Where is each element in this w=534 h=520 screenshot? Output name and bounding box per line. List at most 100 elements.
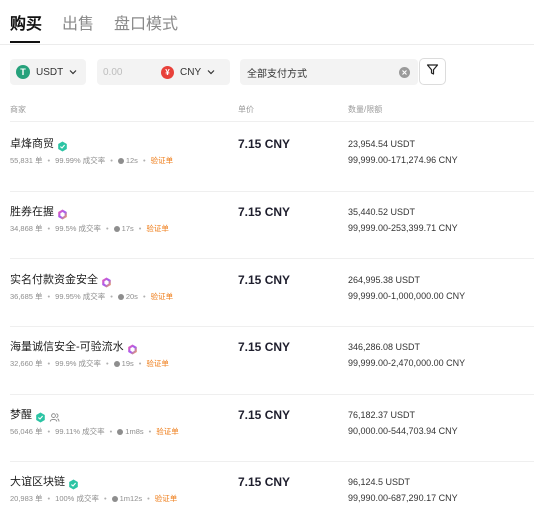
- clear-icon[interactable]: [399, 66, 410, 78]
- unit-price: 7.15 CNY: [238, 205, 291, 219]
- merchant-name[interactable]: 卓烽商贸: [10, 137, 54, 151]
- verify-order-tag: 验证单: [154, 494, 178, 503]
- available-quantity: 23,954.54 USDT: [348, 139, 416, 149]
- row-divider: [10, 191, 534, 192]
- clock-icon: [117, 157, 124, 164]
- clock-icon: [117, 428, 124, 435]
- list-item[interactable]: 海量诚信安全-可验流水 32,660 单 • 99.9% 成交率 • 19s • 验证…: [0, 340, 534, 408]
- order-limit: 99,990.00-687,290.17 CNY: [348, 493, 458, 503]
- verify-order-tag: 验证单: [156, 427, 179, 436]
- tether-icon: T: [16, 65, 30, 79]
- row-divider: [10, 461, 534, 462]
- verified-badge-icon: [68, 477, 79, 489]
- completion-rate: 99.99% 成交率: [55, 156, 106, 165]
- list-item[interactable]: 梦醒 56,046 单 • 99.11% 成交率 • 1m8s • 验证单 7.15 …: [0, 408, 534, 476]
- chevron-down-icon[interactable]: [207, 68, 215, 76]
- header-divider: [10, 121, 534, 122]
- order-limit: 99,999.00-1,000,000.00 CNY: [348, 291, 466, 301]
- order-count: 56,046 单: [10, 427, 43, 436]
- merchant: 卓烽商贸: [10, 137, 68, 151]
- currency-label[interactable]: CNY: [180, 67, 201, 78]
- coin-select[interactable]: T USDT: [10, 59, 86, 85]
- list-item[interactable]: 胜券在握 34,868 单 • 99.5% 成交率 • 17s • 验证单 7.15 …: [0, 205, 534, 273]
- available-quantity: 346,286.08 USDT: [348, 342, 421, 352]
- clock-icon: [117, 293, 124, 300]
- order-limit: 99,999.00-171,274.96 CNY: [348, 155, 458, 165]
- order-count: 36,685 单: [10, 292, 43, 301]
- merchant-stats: 55,831 单 • 99.99% 成交率 • 12s • 验证单: [10, 156, 174, 165]
- order-limit: 99,999.00-253,399.71 CNY: [348, 223, 458, 233]
- row-divider: [10, 326, 534, 327]
- order-limit: 90,000.00-544,703.94 CNY: [348, 426, 458, 436]
- funnel-icon: [426, 63, 439, 81]
- completion-rate: 99.11% 成交率: [55, 427, 105, 436]
- filter-button[interactable]: [419, 58, 446, 85]
- order-count: 32,660 单: [10, 359, 43, 368]
- column-header-amount: 数量/限额: [348, 105, 383, 114]
- list-item[interactable]: 大谊区块链 20,983 单 • 100% 成交率 • 1m12s • 验证单 7.1…: [0, 475, 534, 520]
- verify-order-tag: 验证单: [150, 292, 174, 301]
- merchant-name[interactable]: 海量诚信安全-可验流水: [10, 340, 124, 354]
- merchant-stats: 56,046 单 • 99.11% 成交率 • 1m8s • 验证单: [10, 427, 179, 436]
- unit-price: 7.15 CNY: [238, 273, 291, 287]
- clock-icon: [113, 225, 120, 232]
- column-header-merchant: 商家: [10, 105, 26, 114]
- unit-price: 7.15 CNY: [238, 475, 291, 489]
- release-time: 1m12s: [119, 494, 143, 503]
- chevron-down-icon: [69, 68, 77, 76]
- release-time: 12s: [125, 156, 138, 165]
- row-divider: [10, 258, 534, 259]
- merchant: 实名付款资金安全: [10, 273, 112, 287]
- available-quantity: 76,182.37 USDT: [348, 410, 416, 420]
- payment-method-label: 全部支付方式: [247, 68, 307, 80]
- list-item[interactable]: 实名付款资金安全 36,685 单 • 99.95% 成交率 • 20s • 验证单 …: [0, 273, 534, 341]
- order-count: 20,983 单: [10, 494, 43, 503]
- merchant: 梦醒: [10, 408, 60, 422]
- merchant-stats: 20,983 单 • 100% 成交率 • 1m12s • 验证单: [10, 494, 178, 503]
- merchant-badge-icon: [57, 207, 68, 219]
- clock-icon: [113, 360, 120, 367]
- verify-order-tag: 验证单: [146, 224, 169, 233]
- coin-label: USDT: [36, 66, 64, 78]
- unit-price: 7.15 CNY: [238, 137, 291, 151]
- completion-rate: 99.5% 成交率: [55, 224, 102, 233]
- completion-rate: 100% 成交率: [55, 494, 99, 503]
- tabs-divider: [0, 44, 534, 45]
- merchant: 大谊区块链: [10, 475, 79, 489]
- merchant-name[interactable]: 实名付款资金安全: [10, 273, 98, 287]
- unit-price: 7.15 CNY: [238, 340, 291, 354]
- order-count: 34,868 单: [10, 224, 43, 233]
- tab-buy[interactable]: 购买: [10, 14, 42, 36]
- payment-method-select[interactable]: 全部支付方式: [240, 59, 418, 85]
- merchant-stats: 32,660 单 • 99.9% 成交率 • 19s • 验证单: [10, 359, 169, 368]
- completion-rate: 99.9% 成交率: [55, 359, 102, 368]
- merchant-name[interactable]: 胜券在握: [10, 205, 54, 219]
- release-time: 17s: [121, 224, 134, 233]
- amount-input[interactable]: [103, 66, 161, 78]
- row-divider: [10, 394, 534, 395]
- merchant-name[interactable]: 大谊区块链: [10, 475, 65, 489]
- merchant-stats: 36,685 单 • 99.95% 成交率 • 20s • 验证单: [10, 292, 174, 301]
- yuan-icon: ¥: [161, 65, 174, 79]
- merchant-badge-icon: [101, 275, 112, 287]
- order-count: 55,831 单: [10, 156, 43, 165]
- unit-price: 7.15 CNY: [238, 408, 291, 422]
- merchant-badge-icon: [127, 342, 138, 354]
- release-time: 1m8s: [125, 427, 144, 436]
- merchant-name[interactable]: 梦醒: [10, 408, 32, 422]
- active-tab-indicator: [10, 41, 40, 43]
- column-header-price: 单价: [238, 105, 254, 114]
- tab-orderbook-mode[interactable]: 盘口模式: [114, 14, 178, 36]
- available-quantity: 96,124.5 USDT: [348, 477, 411, 487]
- release-time: 19s: [121, 359, 134, 368]
- release-time: 20s: [125, 292, 138, 301]
- verify-order-tag: 验证单: [146, 359, 169, 368]
- verified-badge-icon: [57, 139, 68, 151]
- verify-order-tag: 验证单: [150, 156, 174, 165]
- order-limit: 99,999.00-2,470,000.00 CNY: [348, 358, 466, 368]
- tab-sell[interactable]: 出售: [62, 14, 94, 36]
- clock-icon: [111, 495, 118, 502]
- available-quantity: 264,995.38 USDT: [348, 275, 421, 285]
- available-quantity: 35,440.52 USDT: [348, 207, 416, 217]
- list-item[interactable]: 卓烽商贸 55,831 单 • 99.99% 成交率 • 12s • 验证单 7.15…: [0, 137, 534, 205]
